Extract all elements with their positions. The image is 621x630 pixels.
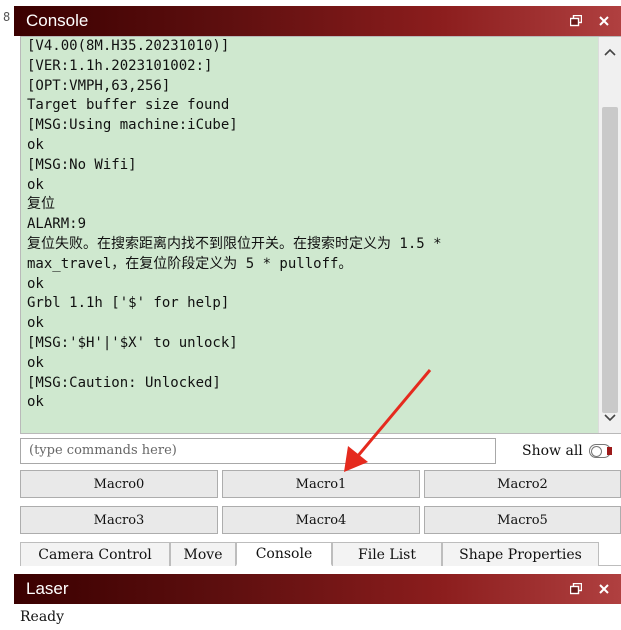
console-line: [MSG:Using machine:iCube] [27,117,238,134]
tab-console[interactable]: Console [236,542,332,566]
laser-titlebar: Laser [14,574,621,604]
console-line: ok [27,354,44,371]
macro0-button[interactable]: Macro0 [20,470,218,498]
macro3-button[interactable]: Macro3 [20,506,218,534]
show-all-toggle[interactable]: Show all [522,438,612,464]
console-line: Grbl 1.1h ['$' for help] [27,295,230,312]
macro-grid: Macro0 Macro1 Macro2 Macro3 Macro4 Macro… [20,470,621,538]
console-line: ok [27,176,44,193]
console-line: ALARM:9 [27,216,87,233]
macro2-button[interactable]: Macro2 [424,470,621,498]
tab-bar: Camera Control Move Console File List Sh… [20,542,621,566]
console-line: [VER:1.1h.2023101002:] [27,57,213,74]
console-title: Console [26,11,89,30]
console-log: [V4.00(8M.H35.20231010)] [VER:1.1h.202310… [21,37,603,433]
console-line: 复位失败。在搜索距离内找不到限位开关。在搜索时定义为 1.5 * [27,235,442,252]
tab-file-list[interactable]: File List [332,542,442,566]
command-input[interactable]: (type commands here) [20,438,496,464]
scrollbar-thumb[interactable] [602,107,618,413]
restore-icon[interactable] [569,582,583,596]
laser-title: Laser [26,579,69,598]
console-output[interactable]: [V4.00(8M.H35.20231010)] [VER:1.1h.202310… [20,36,621,434]
chevron-up-icon[interactable] [604,43,616,61]
console-line: 复位 [27,196,55,213]
macro5-button[interactable]: Macro5 [424,506,621,534]
macro1-button[interactable]: Macro1 [222,470,420,498]
console-line: ok [27,315,44,332]
toggle-switch-icon[interactable] [588,444,612,458]
laser-status: Ready [20,609,65,625]
close-icon[interactable] [597,582,611,596]
console-line: max_travel，在复位阶段定义为 5 * pulloff。 [27,255,353,272]
vertical-scrollbar[interactable] [598,37,621,433]
console-line: [OPT:VMPH,63,256] [27,77,171,94]
tab-shape-properties[interactable]: Shape Properties [442,542,599,566]
console-line: ok [27,275,44,292]
macro4-button[interactable]: Macro4 [222,506,420,534]
close-icon[interactable] [597,14,611,28]
restore-icon[interactable] [569,14,583,28]
console-line: [MSG:Caution: Unlocked] [27,374,221,391]
chevron-down-icon[interactable] [604,409,616,427]
console-titlebar: Console [14,6,621,36]
console-line: Target buffer size found [27,97,230,114]
console-line: [V4.00(8M.H35.20231010)] [27,38,230,54]
console-line: ok [27,394,44,411]
tab-move[interactable]: Move [170,542,236,566]
console-line: ok [27,136,44,153]
show-all-label: Show all [522,443,583,459]
console-line: [MSG:'$H'|'$X' to unlock] [27,334,238,351]
left-edge: 8 [0,0,14,630]
tab-camera-control[interactable]: Camera Control [20,542,170,566]
command-row: (type commands here) Show all [20,438,621,466]
console-line: [MSG:No Wifi] [27,156,137,173]
